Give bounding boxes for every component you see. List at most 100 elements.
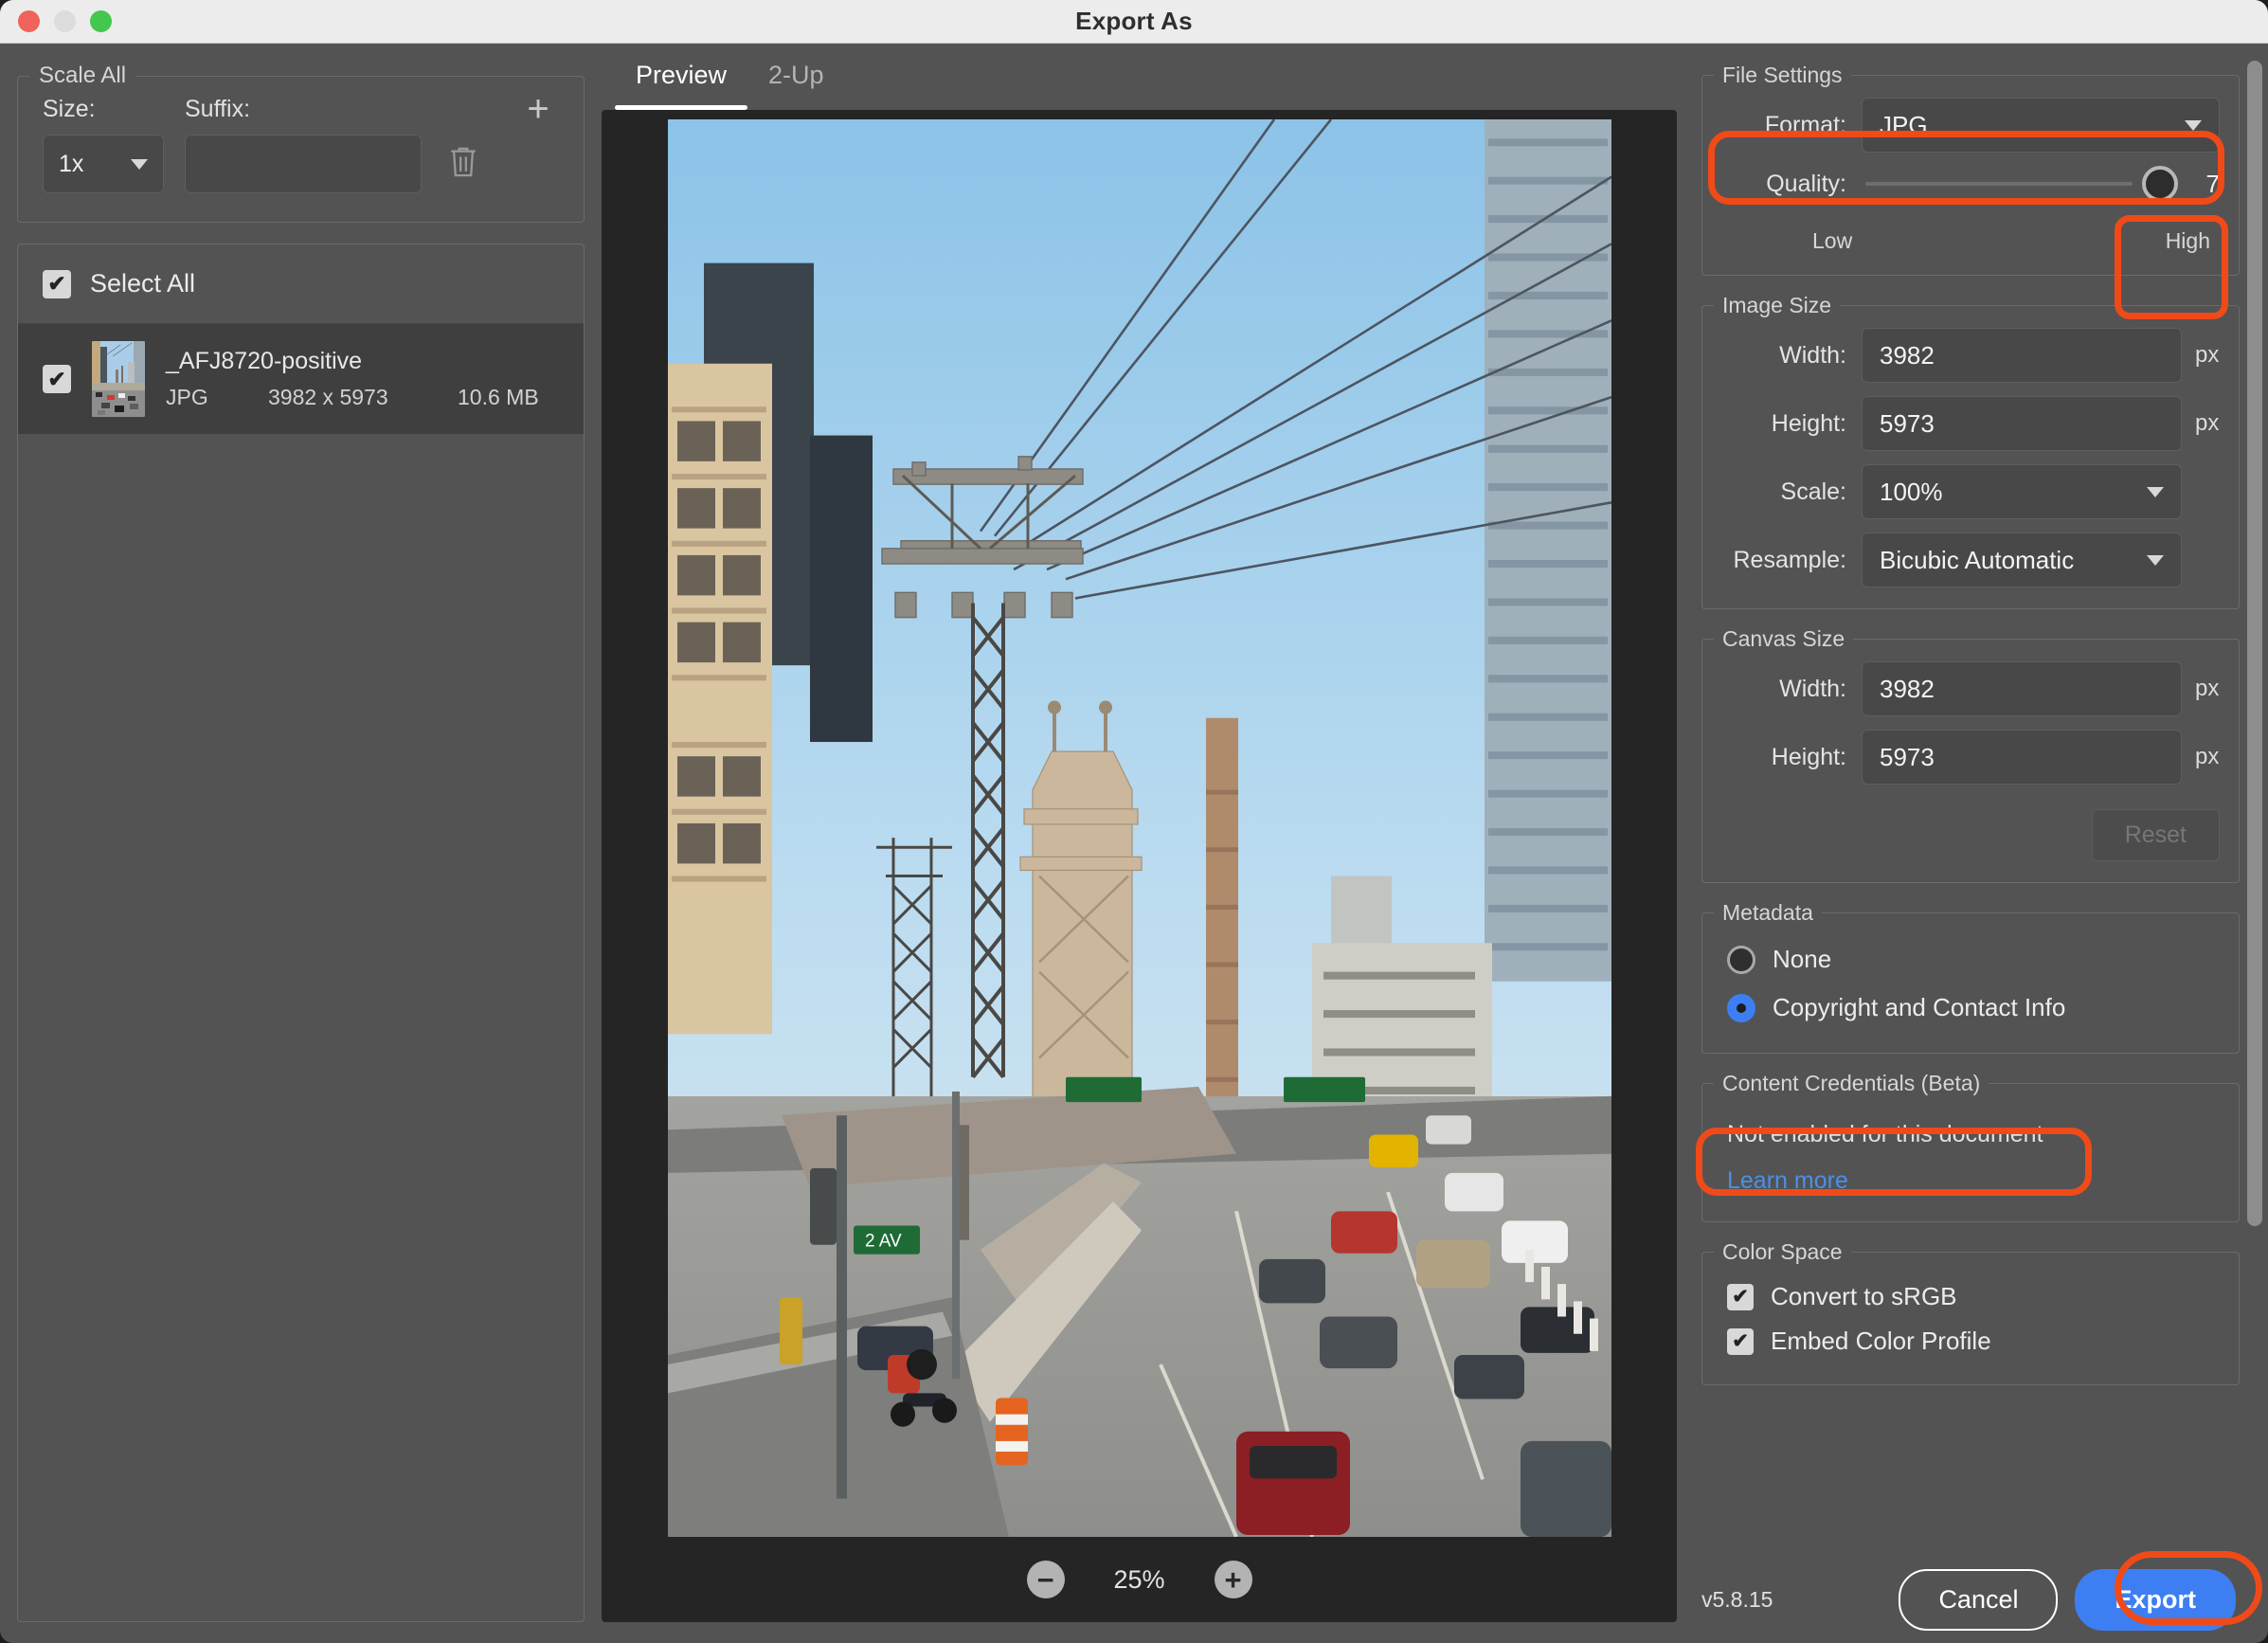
color-space-legend: Color Space <box>1722 1239 1843 1264</box>
export-as-dialog: Export As Scale All Size: Suffix: + 1x ✔… <box>0 0 2268 1643</box>
resample-row: Resample: Bicubic Automatic <box>1721 533 2220 587</box>
canvas-height-label: Height: <box>1771 743 1846 770</box>
metadata-none-option[interactable]: None <box>1721 935 2220 984</box>
quality-label: Quality: <box>1766 170 1846 197</box>
embed-profile-row[interactable]: ✔ Embed Color Profile <box>1721 1319 2220 1363</box>
preview-image: 2 AV <box>667 119 1611 1537</box>
file-info: _AFJ8720-positive JPG 3982 x 5973 10.6 M… <box>166 348 561 410</box>
color-space-group: Color Space ✔ Convert to sRGB ✔ Embed Co… <box>1701 1239 2240 1385</box>
quality-slider-thumb[interactable] <box>2142 166 2178 202</box>
file-size: 10.6 MB <box>458 385 539 409</box>
format-value: JPG <box>1880 110 1928 139</box>
format-row: Format: JPG <box>1721 98 2220 153</box>
scale-size-select[interactable]: 1x <box>43 135 164 193</box>
chevron-down-icon <box>2147 486 2164 497</box>
image-height-label: Height: <box>1771 409 1846 437</box>
preview-canvas: 2 AV − 25% + <box>602 110 1677 1622</box>
zoom-in-button[interactable]: + <box>1214 1561 1252 1598</box>
left-panel: Scale All Size: Suffix: + 1x ✔ Select Al… <box>0 44 602 1643</box>
canvas-height-unit: px <box>2195 744 2220 769</box>
select-all-row[interactable]: ✔ Select All <box>18 244 584 324</box>
chevron-down-icon <box>2147 554 2164 566</box>
size-label: Size: <box>43 95 96 122</box>
scale-all-legend: Scale All <box>39 63 127 88</box>
image-height-unit: px <box>2195 410 2220 436</box>
format-select[interactable]: JPG <box>1862 98 2220 153</box>
image-scale-select[interactable]: 100% <box>1862 464 2182 519</box>
select-all-label: Select All <box>90 269 196 298</box>
file-thumbnail <box>92 341 145 417</box>
file-settings-group: File Settings Format: JPG Quality: 7 Low… <box>1701 63 2240 276</box>
version-label: v5.8.15 <box>1701 1586 1773 1612</box>
reset-button[interactable]: Reset <box>2091 809 2220 861</box>
image-scale-row: Scale: 100% <box>1721 464 2220 519</box>
resample-select[interactable]: Bicubic Automatic <box>1862 533 2182 587</box>
image-scale-label: Scale: <box>1780 478 1846 505</box>
cancel-button[interactable]: Cancel <box>1899 1568 2059 1631</box>
file-type: JPG <box>166 385 208 409</box>
file-settings-legend: File Settings <box>1722 63 1843 87</box>
metadata-copyright-option[interactable]: Copyright and Contact Info <box>1721 984 2220 1032</box>
quality-row: Quality: 7 <box>1721 166 2220 202</box>
content-credentials-status: Not enabled for this document <box>1727 1121 2043 1147</box>
suffix-input[interactable] <box>185 135 422 193</box>
window-title: Export As <box>1075 7 1193 35</box>
file-list: ✔ Select All ✔ _AFJ8720-positive JPG 398… <box>17 244 585 1622</box>
quality-low-label: Low <box>1812 228 1853 253</box>
embed-profile-checkbox[interactable]: ✔ <box>1727 1327 1754 1355</box>
canvas-height-input[interactable]: 5973 <box>1862 730 2182 785</box>
settings-scrollbar[interactable] <box>2247 61 2262 1226</box>
metadata-group: Metadata None Copyright and Contact Info <box>1701 900 2240 1054</box>
chevron-down-icon <box>2185 119 2202 131</box>
convert-srgb-row[interactable]: ✔ Convert to sRGB <box>1721 1274 2220 1319</box>
quality-high-label: High <box>2165 228 2210 253</box>
canvas-size-group: Canvas Size Width: 3982 px Height: 5973 … <box>1701 626 2240 883</box>
content-credentials-group: Content Credentials (Beta) Not enabled f… <box>1701 1071 2240 1222</box>
resample-value: Bicubic Automatic <box>1880 545 2075 574</box>
settings-panel: File Settings Format: JPG Quality: 7 Low… <box>1690 44 2268 1643</box>
embed-profile-label: Embed Color Profile <box>1771 1327 1991 1355</box>
export-button[interactable]: Export <box>2075 1568 2236 1631</box>
file-checkbox[interactable]: ✔ <box>43 365 71 393</box>
image-height-input[interactable]: 5973 <box>1862 396 2182 451</box>
radio-none-icon[interactable] <box>1727 945 1755 974</box>
select-all-checkbox[interactable]: ✔ <box>43 269 71 298</box>
convert-srgb-checkbox[interactable]: ✔ <box>1727 1283 1754 1310</box>
svg-text:2 AV: 2 AV <box>865 1232 902 1252</box>
learn-more-link[interactable]: Learn more <box>1721 1148 1854 1201</box>
image-size-legend: Image Size <box>1722 293 1832 317</box>
canvas-height-row: Height: 5973 px <box>1721 730 2220 785</box>
add-scale-icon[interactable]: + <box>517 90 559 128</box>
convert-srgb-label: Convert to sRGB <box>1771 1282 1957 1310</box>
quality-slider-track[interactable] <box>1865 182 2133 186</box>
dialog-body: Scale All Size: Suffix: + 1x ✔ Select Al… <box>0 44 2268 1643</box>
file-dimensions: 3982 x 5973 <box>268 385 388 409</box>
list-item[interactable]: ✔ _AFJ8720-positive JPG 3982 x 5973 10.6… <box>18 324 584 434</box>
image-height-row: Height: 5973 px <box>1721 396 2220 451</box>
image-width-label: Width: <box>1779 341 1846 369</box>
canvas-width-row: Width: 3982 px <box>1721 661 2220 716</box>
image-width-unit: px <box>2195 342 2220 368</box>
tab-preview[interactable]: Preview <box>615 61 748 110</box>
scale-all-group: Scale All Size: Suffix: + 1x <box>17 63 585 223</box>
trash-icon[interactable] <box>442 144 484 185</box>
tab-2up[interactable]: 2-Up <box>747 61 845 110</box>
zoom-out-button[interactable]: − <box>1026 1561 1065 1598</box>
suffix-label: Suffix: <box>185 95 251 122</box>
zoom-controls: − 25% + <box>1026 1537 1252 1622</box>
preview-tabs: Preview 2-Up <box>602 44 1677 110</box>
dialog-footer: v5.8.15 Cancel Export <box>1701 1556 2240 1643</box>
image-size-group: Image Size Width: 3982 px Height: 5973 p… <box>1701 293 2240 609</box>
metadata-legend: Metadata <box>1722 900 1813 925</box>
metadata-copyright-label: Copyright and Contact Info <box>1773 993 2066 1021</box>
file-name: _AFJ8720-positive <box>166 348 363 374</box>
preview-panel: Preview 2-Up 2 AV − 25% + <box>602 44 1690 1643</box>
format-label: Format: <box>1764 111 1846 138</box>
image-width-input[interactable]: 3982 <box>1862 328 2182 383</box>
quality-scale-labels: Low High <box>1721 215 2220 254</box>
canvas-width-unit: px <box>2195 676 2220 701</box>
radio-copyright-icon[interactable] <box>1727 993 1755 1022</box>
canvas-width-input[interactable]: 3982 <box>1862 661 2182 716</box>
resample-label: Resample: <box>1733 546 1847 573</box>
title-bar: Export As <box>0 0 2268 44</box>
